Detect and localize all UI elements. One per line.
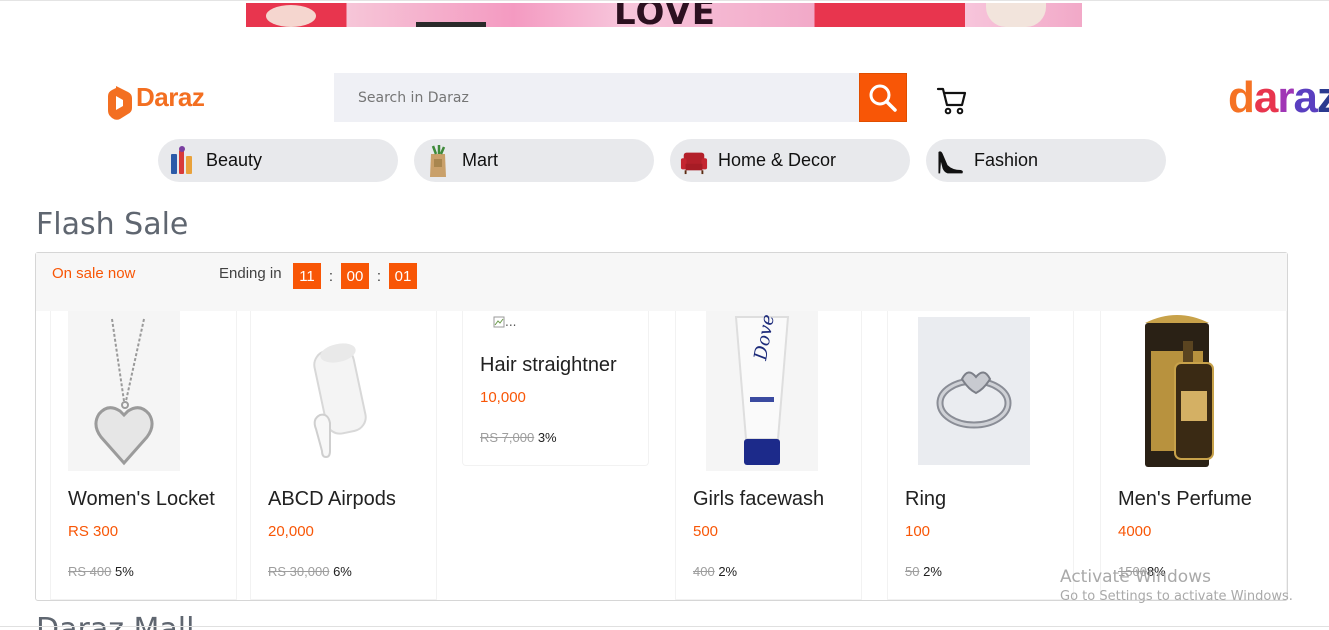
category-label: Beauty (206, 150, 263, 170)
promo-banner[interactable]: LOVE (246, 3, 1082, 27)
product-price: RS 300 (68, 523, 119, 540)
product-original-price: 400 2% (693, 564, 737, 579)
product-original-price: 50 2% (905, 564, 942, 579)
search-input[interactable] (334, 73, 859, 122)
timer-separator: : (328, 267, 334, 285)
search-button[interactable] (859, 73, 907, 122)
product-name: ABCD Airpods (268, 488, 396, 510)
original-price-value: 50 (905, 564, 920, 579)
next-section-title: Daraz Mall (36, 615, 194, 630)
logo-text: Daraz (136, 81, 205, 112)
product-discount: 3% (537, 430, 557, 445)
flash-sale-header: On sale now Ending in 11 : 00 : 01 (36, 253, 1287, 311)
timer-seconds: 01 (389, 263, 417, 289)
category-bar: Beauty Mart Home & Decor Fashion (158, 139, 1166, 182)
product-price: 20,000 (268, 523, 314, 540)
product-name: Men's Perfume (1118, 488, 1252, 510)
cart-icon[interactable] (936, 84, 968, 116)
timer-minutes: 00 (341, 263, 369, 289)
category-home-decor[interactable]: Home & Decor (670, 139, 910, 182)
banner-graphic (986, 3, 1046, 27)
original-price-value: RS 400 (68, 564, 112, 579)
product-name: Hair straightner (480, 354, 617, 376)
timer-separator: : (376, 267, 382, 285)
original-price-value: RS 30,000 (268, 564, 330, 579)
ending-label: Ending in (219, 265, 282, 282)
bottom-divider (0, 626, 1329, 627)
mart-icon (424, 144, 452, 178)
product-price: 100 (905, 523, 931, 540)
product-price: 500 (693, 523, 719, 540)
banner-headline: LOVE (614, 3, 716, 27)
countdown-timer: 11 : 00 : 01 (293, 263, 417, 289)
product-discount: 2% (923, 564, 942, 579)
product-card[interactable]: Women's Locket RS 300 RS 400 5% (50, 311, 237, 600)
original-price-value: RS 7,000 (480, 430, 535, 445)
category-label: Home & Decor (718, 150, 837, 170)
banner-graphic (416, 22, 486, 27)
broken-image-icon: ... (493, 313, 517, 331)
product-image (918, 317, 1030, 465)
product-price: 4000 (1118, 523, 1152, 540)
banner-graphic (266, 5, 316, 27)
product-card[interactable]: ... Hair straightner 10,000 RS 7,000 3% (462, 311, 649, 466)
product-image (268, 311, 380, 471)
flash-sale-title: Flash Sale (36, 207, 189, 242)
beauty-icon (168, 144, 196, 178)
category-label: Mart (462, 150, 498, 170)
product-discount: 5% (115, 564, 134, 579)
product-image (68, 311, 180, 471)
fashion-icon (936, 144, 964, 178)
product-name: Women's Locket (68, 488, 215, 510)
product-name: Girls facewash (693, 488, 825, 510)
product-discount: 6% (333, 564, 352, 579)
search-icon (869, 84, 897, 112)
product-card[interactable]: Ring 100 50 2% (887, 311, 1074, 600)
product-name: Ring (905, 488, 947, 510)
search-bar (334, 73, 907, 122)
product-card[interactable]: Men's Perfume 4000 15008% (1100, 311, 1287, 600)
product-price: 10,000 (480, 389, 526, 406)
category-fashion[interactable]: Fashion (926, 139, 1166, 182)
daraz-logo-icon (108, 74, 132, 120)
product-original-price: RS 30,000 6% (268, 564, 352, 579)
product-card[interactable]: ABCD Airpods 20,000 RS 30,000 6% (250, 311, 437, 600)
product-image (1131, 311, 1243, 471)
product-discount: 2% (718, 564, 738, 579)
product-original-price: RS 400 5% (68, 564, 134, 579)
watermark-title: Activate Windows (1060, 567, 1211, 587)
product-card[interactable]: Dove Girls facewash 500 400 2% (675, 311, 862, 600)
image-alt-text: ... (505, 315, 517, 329)
timer-hours: 11 (293, 263, 321, 289)
windows-activation-watermark: Activate Windows Go to Settings to activ… (1060, 567, 1293, 604)
original-price-value: 400 (693, 564, 715, 579)
category-mart[interactable]: Mart (414, 139, 654, 182)
home-decor-icon (680, 144, 708, 178)
product-image: Dove (706, 311, 818, 471)
on-sale-label: On sale now (52, 265, 136, 282)
category-label: Fashion (974, 150, 1039, 170)
watermark-subtitle: Go to Settings to activate Windows. (1060, 589, 1293, 604)
category-beauty[interactable]: Beauty (158, 139, 398, 182)
daraz-logo[interactable]: Daraz (108, 74, 205, 120)
daraz-brand-logo[interactable]: daraz (1228, 72, 1329, 124)
product-original-price: RS 7,000 3% (480, 430, 557, 445)
